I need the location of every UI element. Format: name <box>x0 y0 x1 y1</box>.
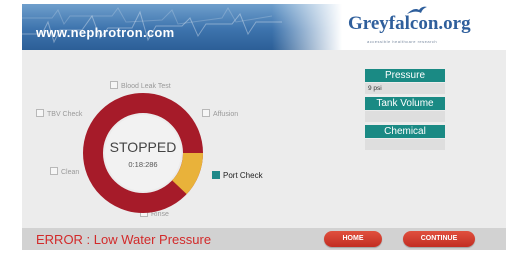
check-label: TBV Check <box>47 111 83 118</box>
chemical-value <box>365 139 445 150</box>
logo-text: Greyfalcon.org <box>348 13 471 34</box>
home-button[interactable]: HOME <box>324 231 382 247</box>
checkbox-icon <box>110 81 118 89</box>
check-label: Blood Leak Test <box>121 83 171 90</box>
blood-leak-test-check[interactable]: Blood Leak Test <box>110 81 171 90</box>
affusion-check[interactable]: Affusion <box>202 109 238 118</box>
checkbox-icon <box>50 167 58 175</box>
banner-fade <box>272 4 342 50</box>
check-label: Affusion <box>213 111 239 118</box>
app-screen: www.nephrotron.com Greyfalcon.org access… <box>22 4 506 250</box>
tank-volume-value <box>365 111 445 122</box>
tbv-check-check[interactable]: TBV Check <box>36 109 82 118</box>
continue-button[interactable]: CONTINUE <box>403 231 475 247</box>
banner: www.nephrotron.com <box>22 4 342 50</box>
timer-text: 0:18:286 <box>128 160 158 169</box>
site-url: www.nephrotron.com <box>36 25 175 40</box>
checkbox-icon <box>36 109 44 117</box>
checkbox-checked-icon <box>212 171 220 179</box>
status-text: STOPPED <box>109 139 177 155</box>
check-label: Clean <box>61 169 80 176</box>
port-check-check[interactable]: Port Check <box>212 171 263 180</box>
bottom-bar: ERROR : Low Water Pressure HOME CONTINUE <box>22 228 506 250</box>
tank-volume-header: Tank Volume <box>365 97 445 110</box>
clean-check[interactable]: Clean <box>50 167 79 176</box>
header: www.nephrotron.com Greyfalcon.org access… <box>22 4 506 50</box>
pressure-value: 9 psi <box>365 83 445 94</box>
chemical-header: Chemical <box>365 125 445 138</box>
check-label: Port Check <box>223 171 263 180</box>
pressure-header: Pressure <box>365 69 445 82</box>
logo-tagline: accessible healthcare research <box>367 39 438 44</box>
error-message: ERROR : Low Water Pressure <box>36 232 212 247</box>
